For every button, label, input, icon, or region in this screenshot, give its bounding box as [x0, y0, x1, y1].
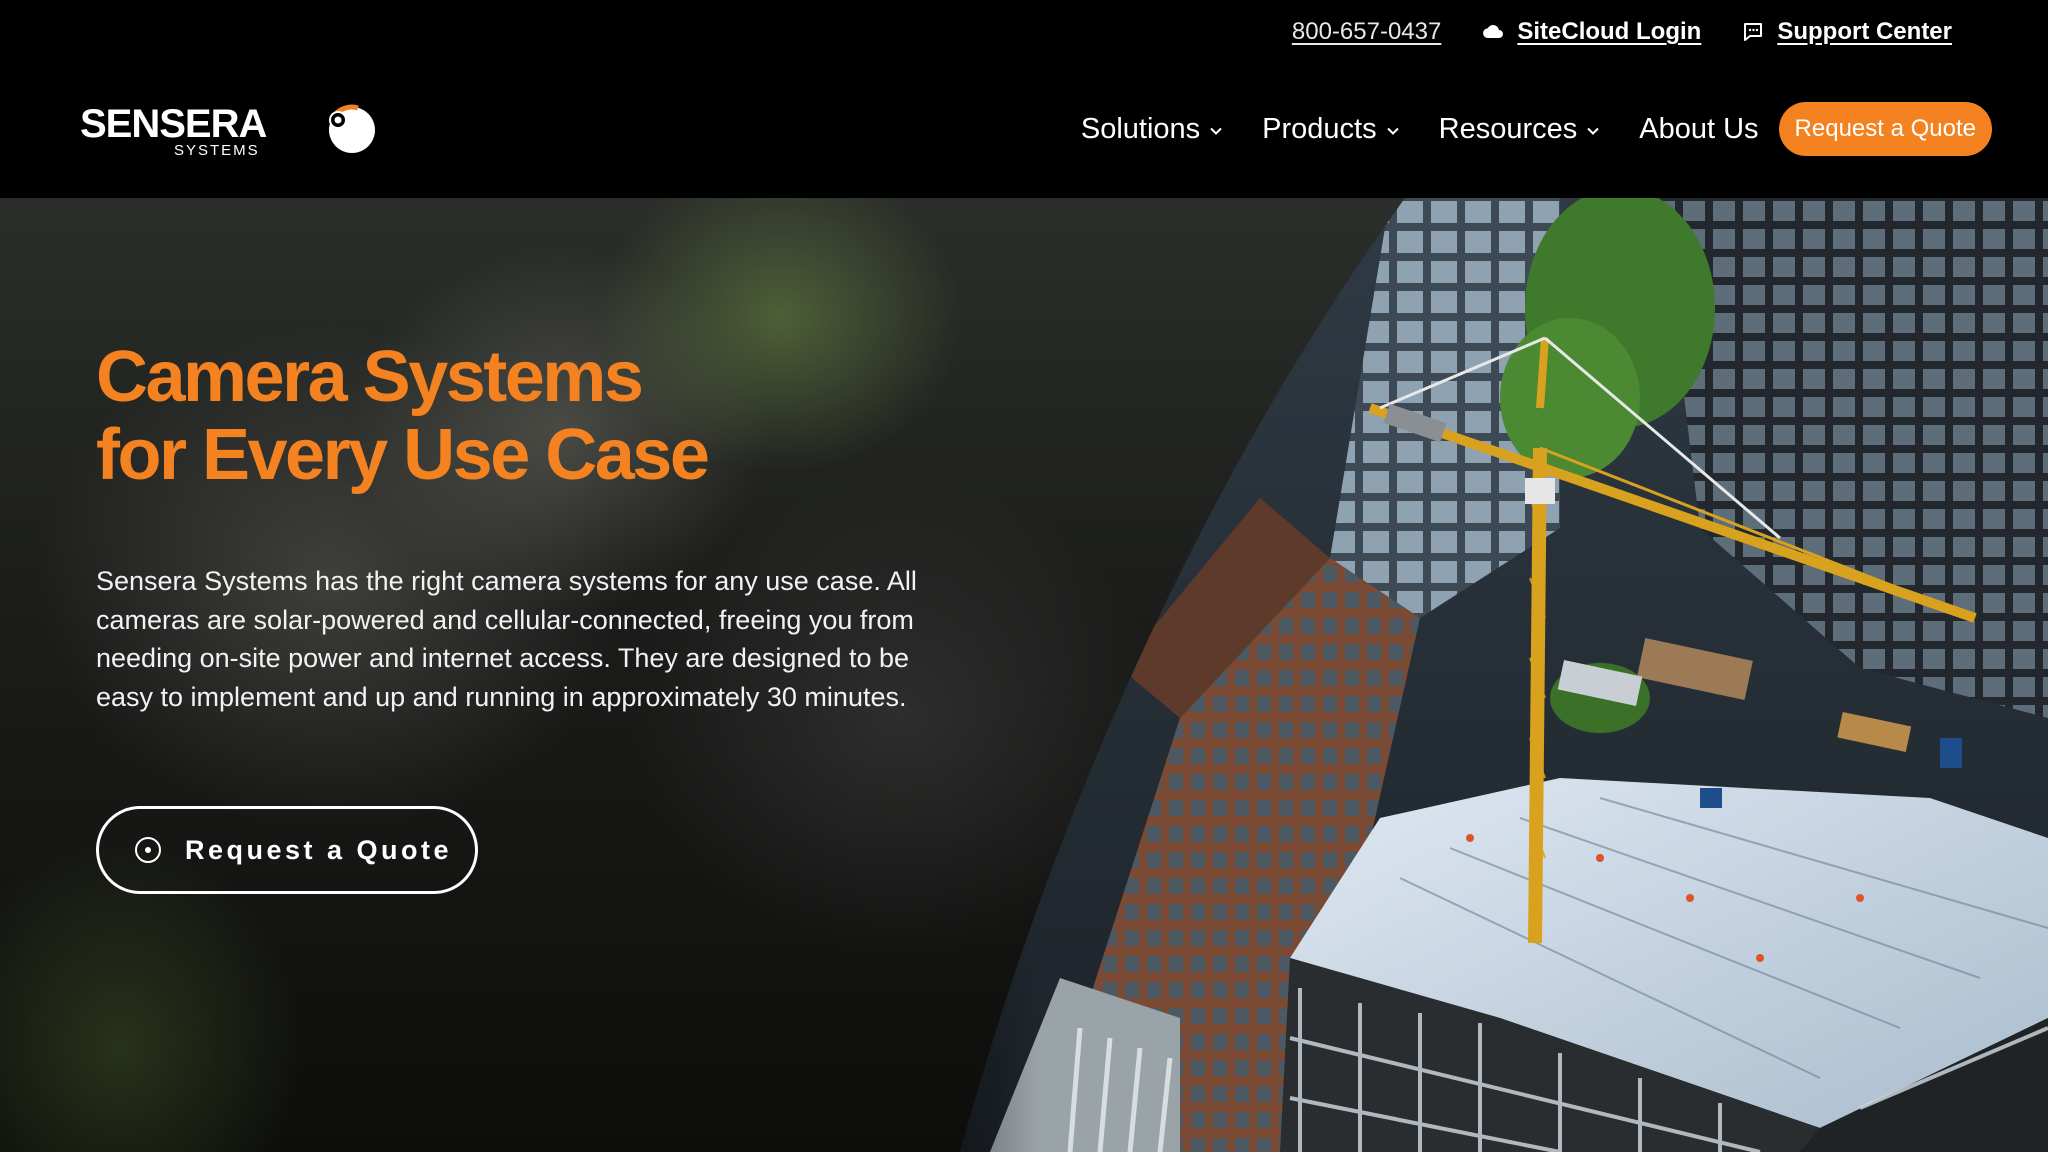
chevron-down-icon: [1587, 127, 1599, 135]
logo-mark-icon: [329, 104, 375, 153]
sitecloud-login-link[interactable]: SiteCloud Login: [1481, 18, 1701, 46]
utility-links: 800-657-0437 SiteCloud Login Support Cen…: [1292, 18, 1952, 46]
nav-menu: Solutions Products Resources About Us Re…: [1081, 102, 1992, 156]
phone-link[interactable]: 800-657-0437: [1292, 18, 1441, 46]
logo-subtitle: SYSTEMS: [174, 142, 260, 159]
nav-item-resources[interactable]: Resources: [1439, 113, 1602, 146]
nav-item-label: Products: [1262, 112, 1377, 145]
sitecloud-login-label: SiteCloud Login: [1517, 18, 1702, 45]
cloud-icon: [1481, 20, 1505, 44]
main-nav: SENSERA SYSTEMS Solutions Products Resou…: [0, 70, 2048, 198]
hero-description: Sensera Systems has the right camera sys…: [96, 566, 917, 712]
request-quote-button[interactable]: Request a Quote: [1778, 102, 1992, 156]
logo-wordmark: SENSERA: [80, 102, 267, 146]
hero-cta-label: Request a Quote: [185, 834, 453, 865]
nav-item-label: Resources: [1438, 112, 1578, 145]
sensera-logo[interactable]: SENSERA SYSTEMS: [80, 100, 375, 164]
support-center-label: Support Center: [1777, 18, 1952, 45]
chevron-down-icon: [1386, 127, 1399, 135]
hero-title-line-1: Camera Systems: [96, 337, 644, 417]
nav-item-products[interactable]: Products: [1262, 113, 1400, 146]
support-center-link[interactable]: Support Center: [1741, 18, 1952, 46]
chat-bubble-icon: [1741, 20, 1765, 44]
target-circle-icon: [135, 837, 161, 863]
hero-section: Camera Systems for Every Use Case Senser…: [0, 198, 2048, 1152]
hero-request-quote-button[interactable]: Request a Quote: [96, 806, 478, 894]
nav-item-solutions[interactable]: Solutions: [1081, 113, 1224, 146]
utility-bar: 800-657-0437 SiteCloud Login Support Cen…: [0, 0, 2048, 70]
nav-item-about-us[interactable]: About Us: [1639, 113, 1758, 146]
hero-title: Camera Systems for Every Use Case: [96, 338, 956, 494]
chevron-down-icon: [1210, 127, 1222, 135]
nav-item-label: About Us: [1639, 112, 1759, 145]
nav-item-label: Solutions: [1080, 112, 1201, 145]
hero-title-line-2: for Every Use Case: [96, 415, 710, 495]
hero-copy: Camera Systems for Every Use Case Senser…: [96, 338, 956, 743]
